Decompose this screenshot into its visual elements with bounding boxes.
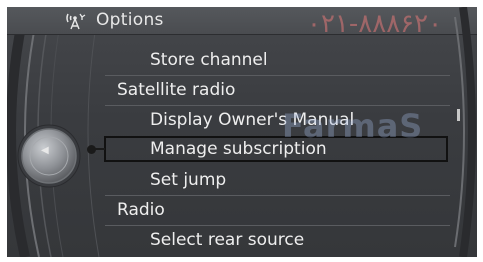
menu-item-label: Select rear source <box>150 230 305 250</box>
left-arrow-icon: ◀ <box>41 145 49 156</box>
scrollbar-thumb <box>457 109 460 121</box>
menu-item-label: Store channel <box>150 50 268 70</box>
menu-heading-radio: Radio <box>117 196 165 225</box>
scrollbar[interactable] <box>447 7 477 257</box>
menu-item-store-channel[interactable]: Store channel <box>150 46 268 75</box>
idrive-screen: Options Store channel Satellite radio Di… <box>7 7 477 257</box>
controller-knob[interactable] <box>17 124 81 188</box>
menu-item-label: Set jump <box>150 170 227 190</box>
menu-heading-label: Radio <box>117 200 165 220</box>
connector-line <box>95 148 105 150</box>
menu-heading-label: Satellite radio <box>117 80 236 100</box>
menu-heading-satellite-radio: Satellite radio <box>117 76 235 105</box>
menu-item-select-rear-source[interactable]: Select rear source <box>150 226 304 255</box>
watermark-brand: FarmaS <box>282 107 424 145</box>
watermark-phone: ۰۲۱-۸۸۸۶۲۰ <box>307 9 443 39</box>
menu-item-set-jump[interactable]: Set jump <box>150 166 226 195</box>
